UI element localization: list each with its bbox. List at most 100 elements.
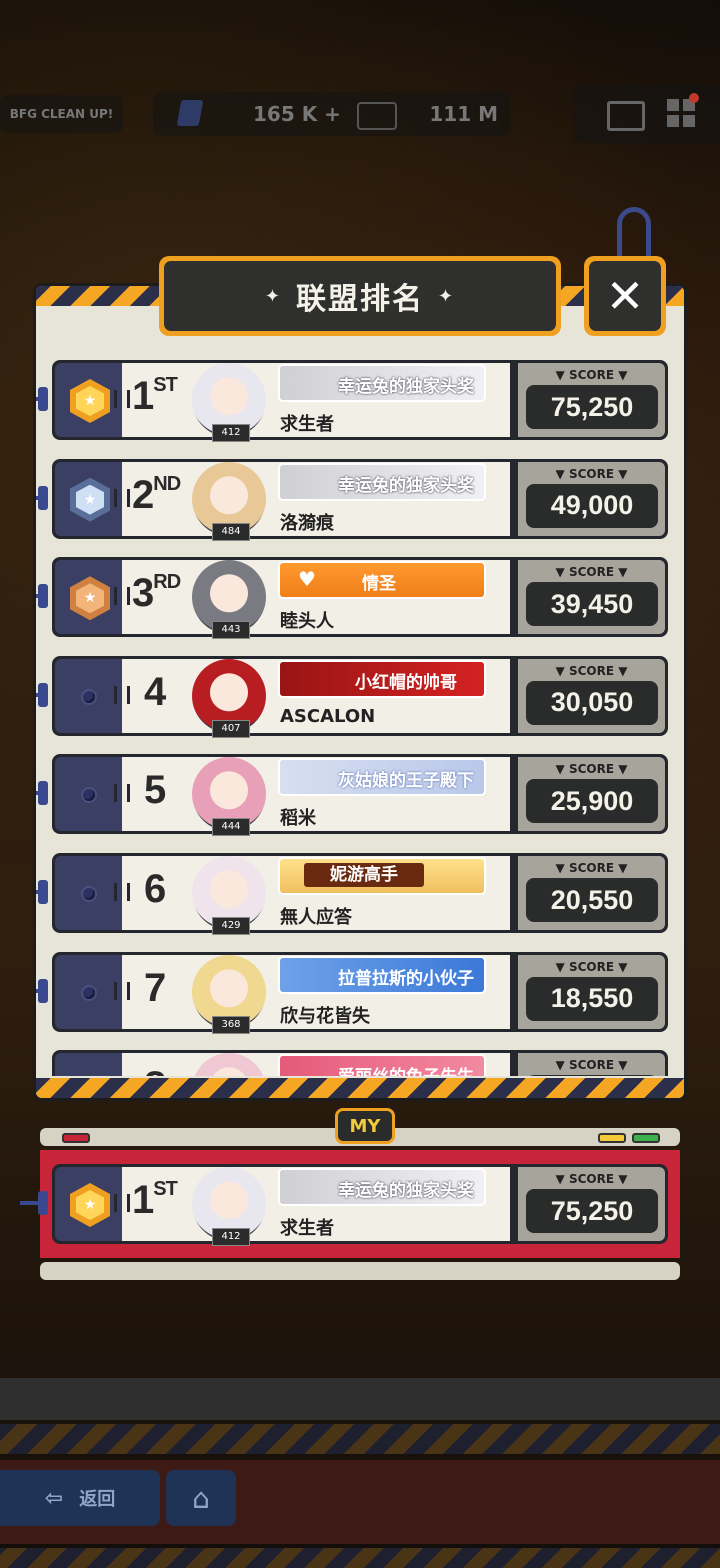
home-button[interactable]: ⌂ xyxy=(166,1470,236,1526)
crystal-icon xyxy=(176,100,204,126)
row-clip xyxy=(114,488,130,507)
score-value: 20,550 xyxy=(526,878,658,922)
event-tag[interactable]: BFG CLEAN UP! xyxy=(0,95,123,133)
row-clip xyxy=(114,883,130,901)
rank-value: 8 xyxy=(144,1064,166,1076)
heart-icon: ♥ xyxy=(298,567,316,592)
medal-inner: ★ xyxy=(76,1190,104,1220)
menu-grid-icon[interactable] xyxy=(667,99,695,127)
row-clip xyxy=(114,587,130,606)
my-ranking-row[interactable]: ★ 1ST 412 幸运兔的独家头奖 求生者 ▼ SCORE ▼ 75,250 xyxy=(20,1164,668,1246)
row-clip xyxy=(114,1194,130,1212)
rank-value: 3 xyxy=(132,571,154,616)
player-name: 求生者 xyxy=(280,414,334,435)
connector-cap xyxy=(38,387,48,411)
score-value: 39,450 xyxy=(526,582,658,627)
ranking-row[interactable]: ★ 2ND 484 幸运兔的独家头奖 洛漪痕 ▼ SCORE ▼ 49,000 xyxy=(36,458,668,541)
player-name: 睦头人 xyxy=(280,611,334,633)
title-deco-left: ✦ xyxy=(264,285,282,307)
player-title-badge: 小红帽的帅哥 xyxy=(280,661,484,696)
close-button[interactable]: ✕ xyxy=(584,256,666,336)
badge-label: 爱丽丝的兔子先生 xyxy=(334,1062,478,1076)
score-value: 75,250 xyxy=(526,1189,658,1233)
rank-suffix: ST xyxy=(153,374,178,396)
bottom-machine-strip xyxy=(0,1378,720,1420)
connector-cap xyxy=(38,682,48,707)
score-cell: ▼ SCORE ▼ xyxy=(518,1053,665,1076)
rank-value: 7 xyxy=(144,965,167,1010)
badge-label: 妮游高手 xyxy=(304,863,424,887)
my-rank-row-host: ★ 1ST 412 幸运兔的独家头奖 求生者 ▼ SCORE ▼ 75,250 xyxy=(20,1144,684,1246)
ranking-row[interactable]: 7 368 拉普拉斯的小伙子 欣与花皆失 ▼ SCORE ▼ 18,550 xyxy=(36,951,668,1034)
player-title-badge: 幸运兔的独家头奖 xyxy=(280,464,484,499)
indicator-light-red xyxy=(62,1133,90,1143)
rank-value: 4 xyxy=(144,669,167,714)
score-value: 25,900 xyxy=(526,779,658,824)
player-level: 412 xyxy=(212,424,250,442)
score-value: 18,550 xyxy=(526,976,658,1021)
rank-value: 6 xyxy=(144,867,167,911)
rank-number: 3RD xyxy=(132,571,181,616)
rank-value: 2 xyxy=(132,472,154,517)
player-level: 443 xyxy=(212,621,250,640)
score-value: 75,250 xyxy=(526,385,658,429)
rank-cell xyxy=(55,1053,122,1076)
rank-number: 4 xyxy=(144,670,166,715)
score-cell: ▼ SCORE ▼ 18,550 xyxy=(518,954,665,1029)
player-name: 稻米 xyxy=(280,808,316,830)
my-tag: MY xyxy=(335,1108,395,1144)
rank-suffix: RD xyxy=(153,571,181,594)
rank-indicator-dot xyxy=(83,986,95,999)
mail-icon[interactable] xyxy=(607,101,645,131)
ranking-row[interactable]: 4 407 小红帽的帅哥 ASCALON ▼ SCORE ▼ 30,050 xyxy=(36,655,668,738)
ranking-row[interactable]: ★ 1ST 412 幸运兔的独家头奖 求生者 ▼ SCORE ▼ 75,250 xyxy=(36,360,668,442)
hazard-stripe-bottom xyxy=(36,1078,684,1098)
badge-label: 幸运兔的独家头奖 xyxy=(338,475,474,496)
rank-cell xyxy=(55,954,122,1029)
player-name: 無人应答 xyxy=(280,907,352,928)
rank-cell xyxy=(55,856,122,930)
player-title-badge: 妮游高手 xyxy=(280,859,484,893)
ranking-row[interactable]: 6 429 妮游高手 無人应答 ▼ SCORE ▼ 20,550 xyxy=(36,853,668,935)
score-label: ▼ SCORE ▼ xyxy=(555,762,628,777)
score-value: 49,000 xyxy=(526,483,658,528)
score-cell: ▼ SCORE ▼ 20,550 xyxy=(518,856,665,930)
credit-card-icon xyxy=(357,102,397,130)
ranking-list[interactable]: ★ 1ST 412 幸运兔的独家头奖 求生者 ▼ SCORE ▼ 75,250 ★ 2ND 484… xyxy=(36,340,684,1076)
exit-icon: ⇦ xyxy=(44,1485,64,1511)
ranking-row[interactable]: 8 爱丽丝的兔子先生 ▼ SCORE ▼ xyxy=(52,1050,668,1076)
currency-a-value[interactable]: 165 K + xyxy=(253,102,341,126)
player-title-badge: 拉普拉斯的小伙子 xyxy=(280,957,484,992)
event-tag-label: BFG CLEAN UP! xyxy=(9,107,114,121)
rank-cell: ★ xyxy=(55,363,122,437)
score-label: ▼ SCORE ▼ xyxy=(555,466,628,481)
row-clip xyxy=(114,390,130,408)
bottom-hazard-stripe-2 xyxy=(0,1548,720,1568)
score-label: ▼ SCORE ▼ xyxy=(555,959,628,974)
bronze-medal-icon: ★ xyxy=(70,576,110,621)
back-button[interactable]: ⇦ 返回 xyxy=(0,1470,160,1526)
ranking-row[interactable]: ★ 3RD 443 情圣 ♥ 睦头人 ▼ SCORE ▼ 39,450 xyxy=(36,557,668,640)
home-icon: ⌂ xyxy=(192,1481,210,1515)
connector-cap xyxy=(38,880,48,904)
score-cell: ▼ SCORE ▼ 39,450 xyxy=(518,560,665,635)
connector-cap xyxy=(38,485,48,510)
score-label: ▼ SCORE ▼ xyxy=(555,663,628,678)
connector-cap xyxy=(38,584,48,609)
medal-inner: ★ xyxy=(76,583,104,614)
panel-hook xyxy=(617,207,651,257)
player-level: 412 xyxy=(212,1228,250,1246)
rank-number: 1ST xyxy=(132,1178,178,1223)
top-right-hud xyxy=(573,85,720,143)
row-clip xyxy=(114,685,130,704)
badge-label: 拉普拉斯的小伙子 xyxy=(338,968,474,989)
rank-suffix: ND xyxy=(153,472,181,495)
back-button-label: 返回 xyxy=(79,1489,116,1510)
currency-b-value: 111 M xyxy=(429,102,498,126)
ranking-row[interactable]: 5 444 灰姑娘的王子殿下 稻米 ▼ SCORE ▼ 25,900 xyxy=(36,754,668,837)
player-name: 求生者 xyxy=(280,1218,334,1239)
rank-cell: ★ xyxy=(55,461,122,536)
player-name: 洛漪痕 xyxy=(280,512,334,534)
score-label: ▼ SCORE ▼ xyxy=(555,1172,628,1186)
score-value-empty xyxy=(526,1075,658,1076)
